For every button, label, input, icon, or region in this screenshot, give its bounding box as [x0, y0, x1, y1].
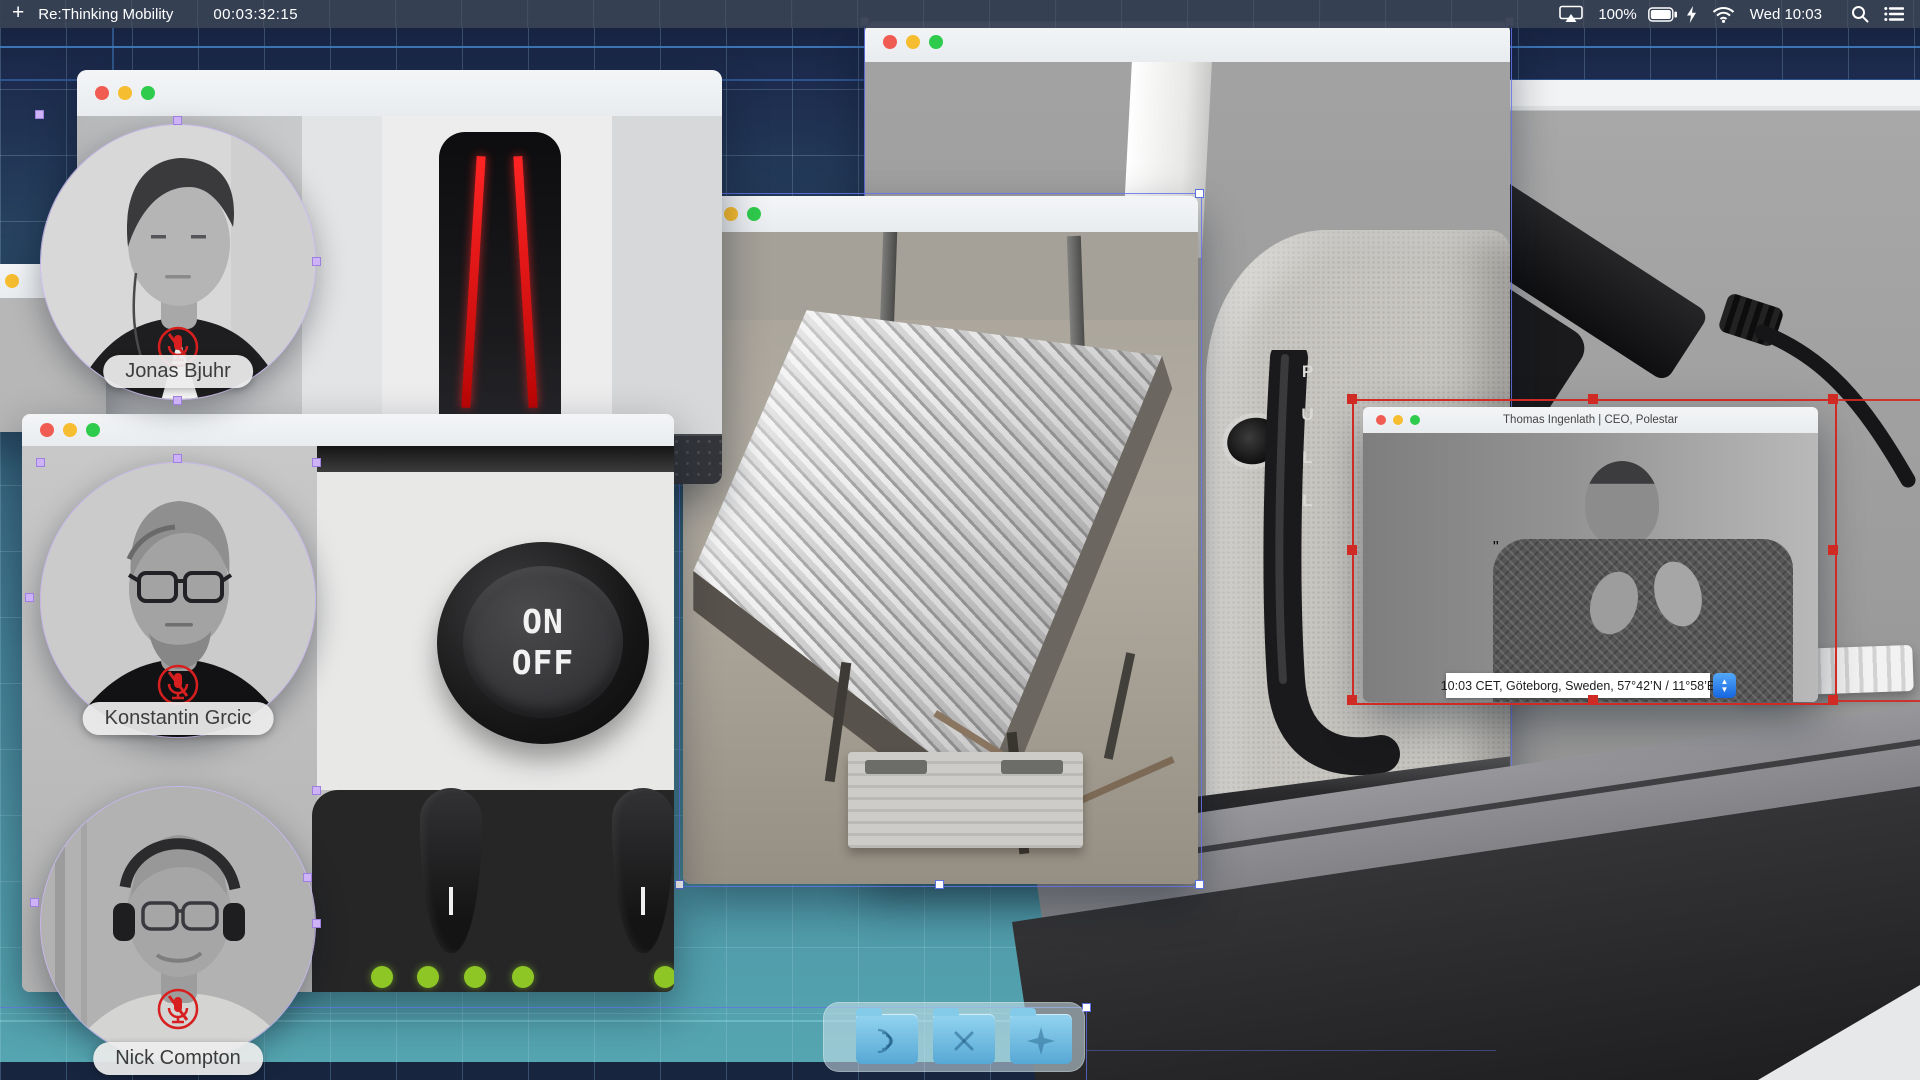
- minimize-window-button[interactable]: [724, 207, 738, 221]
- selection-handle[interactable]: [675, 880, 684, 889]
- selection-handle-red[interactable]: [1588, 394, 1598, 404]
- selection-handle[interactable]: [312, 786, 321, 795]
- on-label: ON: [522, 601, 564, 642]
- video-tile-jonas[interactable]: Jonas Bjuhr: [40, 124, 316, 400]
- guide-line: [1086, 1007, 1087, 1080]
- list-icon[interactable]: [1884, 6, 1904, 22]
- on-off-button[interactable]: ON OFF: [437, 542, 649, 744]
- window-titlebar[interactable]: [865, 22, 1510, 63]
- status-led: [654, 966, 674, 988]
- minimize-window-button[interactable]: [906, 35, 920, 49]
- selection-handle[interactable]: [1195, 880, 1204, 889]
- guide-line: [1086, 1050, 1496, 1051]
- zoom-window-button[interactable]: [747, 207, 761, 221]
- desktop-collage: PULL: [0, 0, 1920, 1080]
- status-led: [464, 966, 486, 988]
- mic-muted-icon: [156, 987, 200, 1031]
- add-menu-icon[interactable]: +: [12, 1, 24, 25]
- selection-handle[interactable]: [173, 396, 182, 405]
- selection-handle[interactable]: [35, 110, 44, 119]
- close-window-button[interactable]: [883, 35, 897, 49]
- close-emblem: [952, 1029, 976, 1053]
- session-timer: 00:03:32:15: [213, 6, 298, 23]
- menu-bar: + Re:Thinking Mobility 00:03:32:15 100%: [0, 0, 1920, 28]
- participant-name: Nick Compton: [93, 1042, 263, 1075]
- close-folder-icon[interactable]: [933, 1014, 995, 1064]
- window-trolley-photo[interactable]: [683, 196, 1198, 884]
- window-titlebar[interactable]: [683, 196, 1198, 233]
- battery-icon: [1648, 7, 1679, 22]
- trolley-leg: [1104, 652, 1135, 760]
- zoom-window-button[interactable]: [141, 86, 155, 100]
- video-tile-nick[interactable]: Nick Compton: [40, 786, 316, 1062]
- video-tile-konstantin[interactable]: Konstantin Grcic: [40, 462, 316, 738]
- minimize-window-button[interactable]: [63, 423, 77, 437]
- trolley-photo: [683, 232, 1198, 884]
- selection-handle-red[interactable]: [1347, 394, 1357, 404]
- status-led: [417, 966, 439, 988]
- participant-name: Jonas Bjuhr: [103, 355, 253, 388]
- selection-handle[interactable]: [312, 257, 321, 266]
- status-led: [512, 966, 534, 988]
- selection-handle[interactable]: [935, 880, 944, 889]
- zoom-window-button[interactable]: [86, 423, 100, 437]
- window-titlebar[interactable]: [77, 70, 722, 117]
- minimize-window-button[interactable]: [5, 274, 19, 288]
- status-led: [371, 966, 393, 988]
- app-title[interactable]: Re:Thinking Mobility: [38, 6, 173, 23]
- off-label: OFF: [512, 642, 575, 683]
- minimize-window-button[interactable]: [118, 86, 132, 100]
- station-tower: [439, 132, 561, 432]
- crate-slot: [1001, 760, 1063, 774]
- arcs-folder-icon[interactable]: [856, 1014, 918, 1064]
- window-titlebar[interactable]: [22, 414, 674, 447]
- selection-handle[interactable]: [312, 458, 321, 467]
- mic-muted-icon: [156, 663, 200, 707]
- selection-handle-red[interactable]: [1347, 695, 1357, 705]
- selection-handle[interactable]: [1195, 189, 1204, 198]
- selection-handle-red[interactable]: [1588, 695, 1598, 705]
- zoom-window-button[interactable]: [929, 35, 943, 49]
- selection-handle[interactable]: [25, 593, 34, 602]
- selection-rect-red: [1352, 399, 1837, 705]
- polestar-star-emblem: [1026, 1026, 1056, 1056]
- workshop-blur-band: [683, 232, 1198, 320]
- machine-top-band: [317, 446, 674, 472]
- guide-line-red: [1833, 399, 1920, 401]
- pull-handle-label: PULL: [1297, 362, 1317, 732]
- selection-handle[interactable]: [173, 116, 182, 125]
- arcs-emblem: [872, 1027, 902, 1055]
- menu-bar-clock[interactable]: Wed 10:03: [1750, 6, 1822, 23]
- selection-handle-red[interactable]: [1828, 695, 1838, 705]
- on-off-button-face: ON OFF: [463, 566, 623, 718]
- selection-handle-red[interactable]: [1828, 545, 1838, 555]
- close-window-button[interactable]: [40, 423, 54, 437]
- battery-percentage: 100%: [1598, 6, 1636, 23]
- selection-handle[interactable]: [312, 919, 321, 928]
- selection-handle[interactable]: [173, 454, 182, 463]
- close-window-button[interactable]: [95, 86, 109, 100]
- guide-line-red: [1833, 700, 1920, 702]
- polestar-folder-icon[interactable]: [1010, 1014, 1072, 1064]
- selection-handle[interactable]: [36, 458, 45, 467]
- selection-handle[interactable]: [303, 873, 312, 882]
- selection-handle[interactable]: [30, 898, 39, 907]
- dock-panel: [823, 1002, 1085, 1072]
- crate-slot: [865, 760, 927, 774]
- participant-name: Konstantin Grcic: [83, 702, 274, 735]
- display-mirroring-icon[interactable]: [1559, 5, 1583, 23]
- selection-handle-red[interactable]: [1828, 394, 1838, 404]
- wifi-icon[interactable]: [1712, 6, 1735, 23]
- selection-handle-red[interactable]: [1347, 545, 1357, 555]
- menu-bar-status-items: 100% Wed 10:03: [1559, 0, 1920, 28]
- charging-bolt-icon: [1686, 6, 1697, 23]
- search-icon[interactable]: [1851, 5, 1869, 23]
